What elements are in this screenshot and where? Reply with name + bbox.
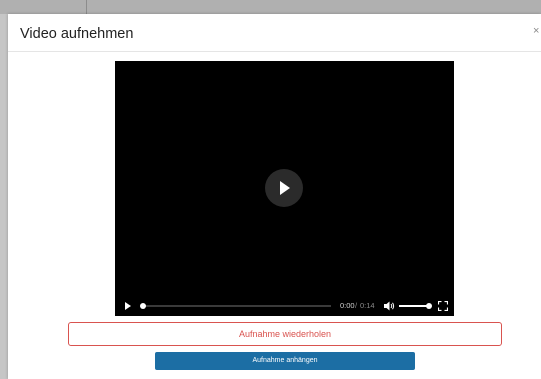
time-separator: / xyxy=(355,301,358,310)
volume-handle[interactable] xyxy=(426,303,432,309)
player-controls: 0:00 / 0:14 xyxy=(115,296,454,316)
fullscreen-icon[interactable] xyxy=(438,301,448,311)
video-record-dialog: Video aufnehmen × 0:00 / 0:14 Aufnahme w… xyxy=(8,14,541,379)
volume-slider[interactable] xyxy=(399,303,432,309)
video-player[interactable]: 0:00 / 0:14 xyxy=(115,61,454,316)
play-icon[interactable] xyxy=(125,302,131,310)
play-icon xyxy=(280,181,290,195)
total-time: 0:14 xyxy=(360,301,375,310)
dialog-header: Video aufnehmen xyxy=(8,14,541,52)
current-time: 0:00 xyxy=(340,301,355,310)
page-backdrop xyxy=(0,0,541,14)
seek-handle[interactable] xyxy=(140,303,146,309)
volume-icon[interactable] xyxy=(383,300,395,312)
dialog-title: Video aufnehmen xyxy=(20,26,134,42)
close-button[interactable]: × xyxy=(533,25,539,37)
big-play-button[interactable] xyxy=(265,169,303,207)
volume-level xyxy=(399,305,429,307)
backdrop-divider xyxy=(86,0,87,14)
retry-recording-button[interactable]: Aufnahme wiederholen xyxy=(68,322,502,346)
attach-recording-button[interactable]: Aufnahme anhängen xyxy=(155,352,415,370)
seek-bar[interactable] xyxy=(140,303,331,309)
